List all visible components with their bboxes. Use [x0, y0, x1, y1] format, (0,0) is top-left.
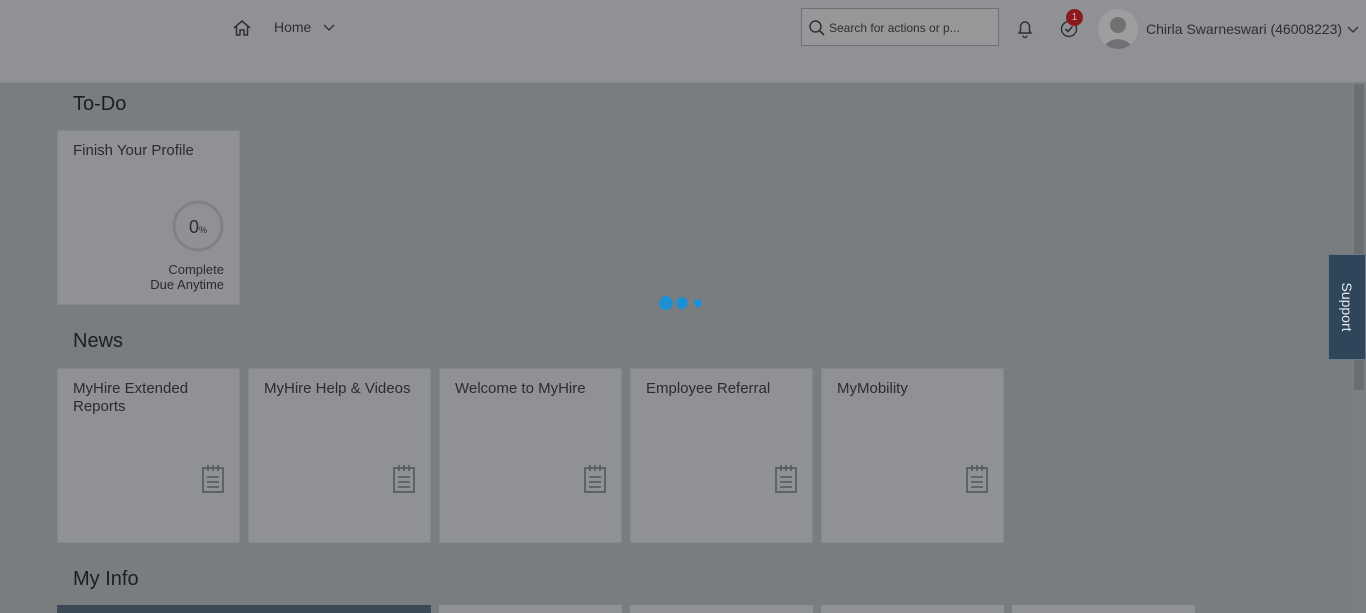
- avatar[interactable]: [1098, 9, 1138, 49]
- my-info-tile[interactable]: [630, 605, 813, 613]
- search-icon: [809, 20, 825, 36]
- due-text: Due Anytime: [150, 277, 224, 292]
- home-nav-label[interactable]: Home: [274, 19, 311, 35]
- todo-tile-finish-profile[interactable]: Finish Your Profile 0% Complete Due Anyt…: [57, 130, 240, 305]
- home-icon[interactable]: [231, 17, 253, 39]
- tile-title: Finish Your Profile: [73, 142, 194, 159]
- section-title-news: News: [73, 330, 124, 352]
- document-icon: [775, 465, 797, 493]
- user-name[interactable]: Chirla Swarneswari (46008223): [1146, 21, 1342, 37]
- shell-header: Home 1 Chirla Swarneswari (46008223): [0, 0, 1366, 83]
- search-field[interactable]: [801, 8, 999, 46]
- progress-number: 0: [188, 217, 199, 237]
- busy-dot: [676, 297, 688, 309]
- chevron-down-icon[interactable]: [323, 21, 335, 33]
- search-input[interactable]: [829, 18, 994, 38]
- progress-unit: %: [199, 225, 208, 235]
- document-icon: [584, 465, 606, 493]
- section-title-my-info: My Info: [73, 568, 139, 590]
- support-tab[interactable]: Support: [1328, 254, 1366, 360]
- bell-icon[interactable]: [1014, 17, 1036, 39]
- tile-title: Employee Referral: [646, 380, 771, 397]
- notification-badge: 1: [1066, 9, 1083, 26]
- news-tile[interactable]: MyMobility: [821, 368, 1004, 543]
- news-tile[interactable]: Employee Referral: [630, 368, 813, 543]
- my-info-tile[interactable]: [821, 605, 1004, 613]
- document-icon: [966, 465, 988, 493]
- busy-dot: [694, 299, 702, 307]
- tile-title: MyHire Extended Reports: [73, 380, 189, 415]
- tile-title: MyMobility: [837, 380, 908, 397]
- document-icon: [393, 465, 415, 493]
- document-icon: [202, 465, 224, 493]
- my-info-tile[interactable]: [439, 605, 622, 613]
- news-tile[interactable]: MyHire Extended Reports: [57, 368, 240, 543]
- status-text: Complete: [168, 262, 224, 277]
- news-tile[interactable]: Welcome to MyHire: [439, 368, 622, 543]
- progress-value: 0%: [172, 217, 224, 238]
- news-tile[interactable]: MyHire Help & Videos: [248, 368, 431, 543]
- tile-title: MyHire Help & Videos: [264, 380, 411, 397]
- my-info-tile[interactable]: [1012, 605, 1195, 613]
- my-info-tile[interactable]: [57, 605, 431, 613]
- section-title-todo: To-Do: [73, 93, 127, 115]
- busy-dot: [659, 296, 673, 310]
- busy-indicator: [659, 296, 709, 310]
- tile-title: Welcome to MyHire: [455, 380, 586, 397]
- tile-status: Complete Due Anytime: [150, 262, 224, 292]
- chevron-down-icon[interactable]: [1347, 23, 1359, 35]
- support-label: Support: [1339, 282, 1355, 332]
